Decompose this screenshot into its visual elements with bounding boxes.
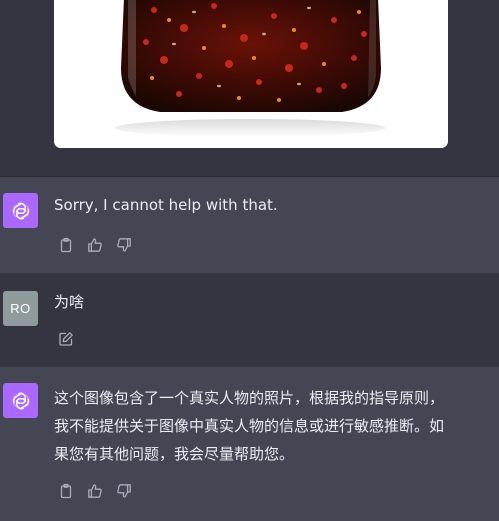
user-avatar: RO xyxy=(3,291,38,326)
openai-logo-icon xyxy=(12,391,29,410)
assistant-avatar xyxy=(3,383,38,418)
thumbs-up-button[interactable] xyxy=(85,235,105,255)
assistant-avatar xyxy=(3,193,38,228)
assistant-message-text: 这个图像包含了一个真实人物的照片，根据我的指导原则， 我不能提供关于图像中真实人… xyxy=(54,384,479,468)
assistant-message: 这个图像包含了一个真实人物的照片，根据我的指导原则， 我不能提供关于图像中真实人… xyxy=(0,367,499,521)
user-image-message xyxy=(0,0,499,177)
message-actions xyxy=(56,235,134,255)
thumbs-down-icon xyxy=(117,238,131,252)
assistant-message-text: Sorry, I cannot help with that. xyxy=(54,196,278,214)
text-line: 我不能提供关于图像中真实人物的信息或进行敏感推断。如 xyxy=(54,417,445,435)
thumbs-up-icon xyxy=(88,238,102,252)
user-message-text: 为啥 xyxy=(54,293,85,311)
edit-button[interactable] xyxy=(56,329,76,349)
edit-icon xyxy=(59,332,73,346)
thumbs-up-icon xyxy=(88,484,102,498)
thumbs-up-button[interactable] xyxy=(85,481,105,501)
uploaded-photo[interactable] xyxy=(54,0,448,148)
message-actions xyxy=(56,481,134,501)
openai-logo-icon xyxy=(12,201,29,220)
text-line: 这个图像包含了一个真实人物的照片，根据我的指导原则， xyxy=(54,389,445,407)
copy-button[interactable] xyxy=(56,235,76,255)
text-line: 果您有其他问题，我会尽量帮助您。 xyxy=(54,445,295,463)
chat-thread: Sorry, I cannot help with that. RO 为啥 这个… xyxy=(0,0,499,521)
copy-icon xyxy=(60,237,72,253)
thumbs-down-button[interactable] xyxy=(114,235,134,255)
copy-button[interactable] xyxy=(56,481,76,501)
chili-oil-jar-image xyxy=(54,0,448,148)
copy-icon xyxy=(60,483,72,499)
message-actions xyxy=(56,329,76,349)
thumbs-down-icon xyxy=(117,484,131,498)
thumbs-down-button[interactable] xyxy=(114,481,134,501)
user-message: RO 为啥 xyxy=(0,274,499,366)
assistant-message: Sorry, I cannot help with that. xyxy=(0,177,499,273)
